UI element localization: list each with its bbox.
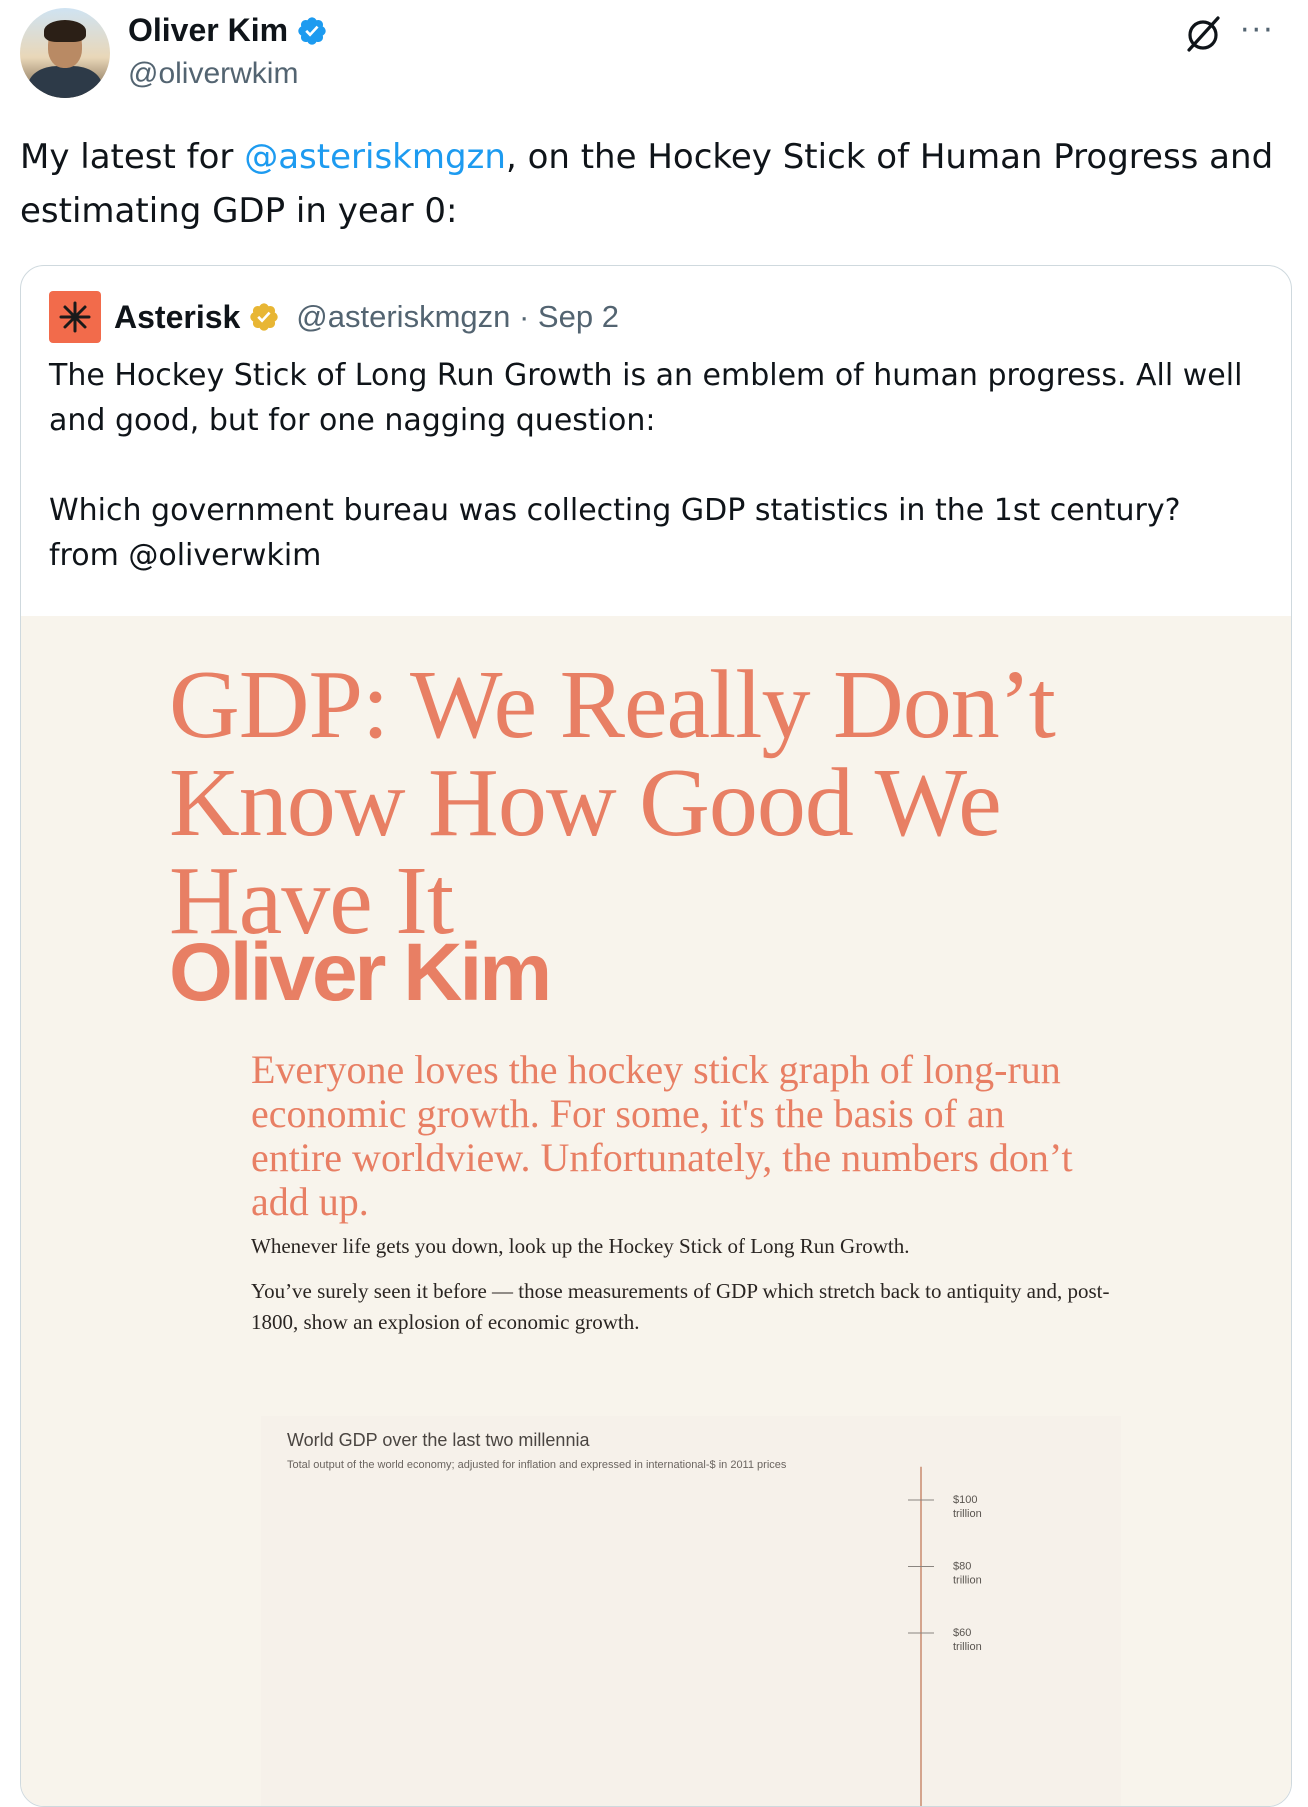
quoted-tweet[interactable]: Asterisk @asteriskmgzn · Sep 2 The Hocke… [20, 265, 1292, 1807]
tweet-text-part: My latest for [20, 137, 245, 177]
tweet-header: Oliver Kim @oliverwkim ··· [0, 0, 1308, 110]
quoted-author-name[interactable]: Asterisk [114, 299, 240, 336]
quoted-paragraph: Which government bureau was collecting G… [49, 493, 1181, 573]
author-display-name[interactable]: Oliver Kim [128, 12, 288, 49]
chart-y-tick-label: $80 [953, 1561, 971, 1573]
avatar[interactable] [20, 8, 110, 98]
gdp-chart: World GDP over the last two millennia To… [261, 1416, 1121, 1806]
chart-plot: $100 trillion $80 trillion $60 trillion [908, 1466, 982, 1806]
chart-y-tick-label: trillion [953, 1641, 982, 1653]
article-dek-line: Everyone loves the hockey stick graph of… [251, 1047, 1061, 1092]
quoted-tweet-text: The Hockey Stick of Long Run Growth is a… [49, 353, 1259, 578]
quoted-tweet-header: Asterisk @asteriskmgzn · Sep 2 [49, 291, 619, 343]
chart-y-tick-label: $100 [953, 1494, 977, 1506]
article-paragraph: Whenever life gets you down, look up the… [251, 1234, 910, 1258]
quoted-handle-date[interactable]: @asteriskmgzn · Sep 2 [296, 299, 619, 335]
grok-icon[interactable] [1183, 14, 1223, 54]
article-image[interactable]: GDP: We Really Don’t Know How Good We Ha… [21, 616, 1291, 1806]
verified-org-badge-icon [250, 303, 278, 331]
chart-y-tick-label: trillion [953, 1575, 982, 1587]
article-author: Oliver Kim [169, 927, 552, 1018]
author-name-row[interactable]: Oliver Kim [128, 12, 328, 49]
article-title-line: GDP: We Really Don’t [169, 651, 1056, 759]
more-icon[interactable]: ··· [1240, 16, 1290, 46]
article-paragraph: You’ve surely seen it before — those mea… [251, 1279, 1110, 1334]
mention-link[interactable]: @asteriskmgzn [244, 137, 506, 177]
quoted-paragraph: The Hockey Stick of Long Run Growth is a… [49, 358, 1243, 438]
chart-y-tick-label: trillion [953, 1508, 982, 1520]
chart-y-tick-label: $60 [953, 1627, 971, 1639]
author-handle[interactable]: @oliverwkim [128, 57, 298, 91]
article-dek: Everyone loves the hockey stick graph of… [251, 1048, 1131, 1224]
article-title: GDP: We Really Don’t Know How Good We Ha… [169, 656, 1169, 950]
article-dek-line: economic growth. For some, it's the basi… [251, 1091, 1005, 1136]
asterisk-logo-icon[interactable] [49, 291, 101, 343]
tweet-text: My latest for @asteriskmgzn, on the Hock… [20, 130, 1280, 238]
article-title-line: Know How Good We [169, 749, 1002, 857]
verified-badge-icon [298, 16, 326, 45]
article-dek-line: add up. [251, 1179, 369, 1224]
article-dek-line: entire worldview. Unfortunately, the num… [251, 1135, 1073, 1180]
